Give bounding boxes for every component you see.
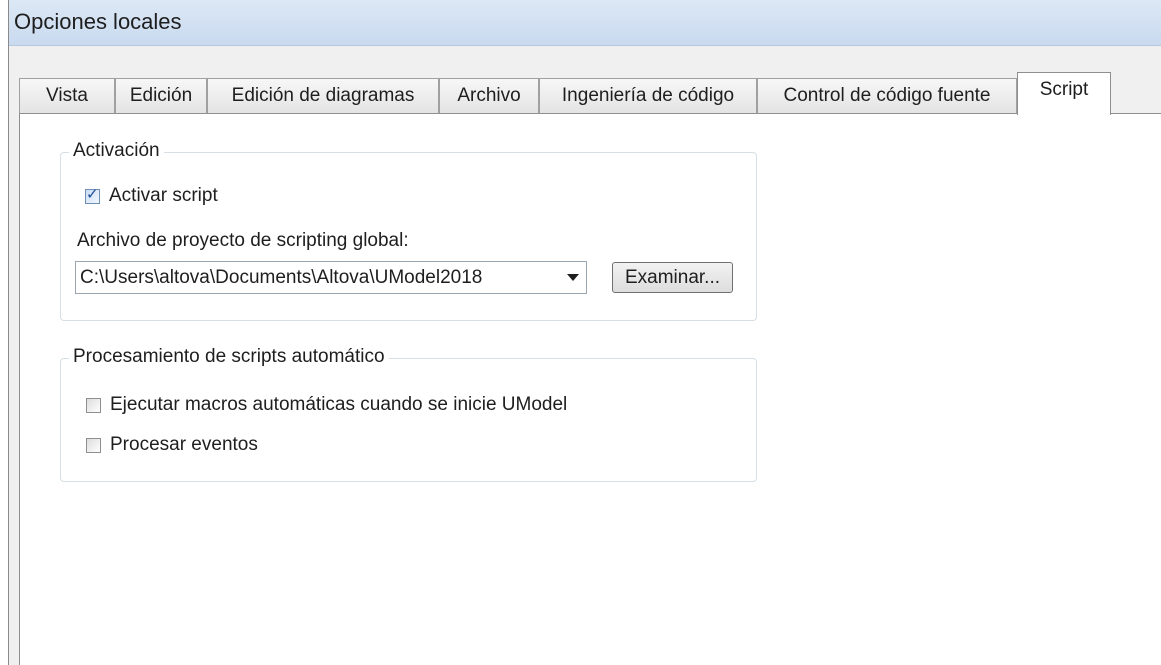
tab-ingenieria-codigo[interactable]: Ingeniería de código <box>539 78 757 114</box>
run-macros-label: Ejecutar macros automáticas cuando se in… <box>110 394 568 415</box>
enable-script-checkbox[interactable]: ✓ Activar script <box>85 185 218 207</box>
auto-processing-legend: Procesamiento de scripts automático <box>69 346 389 368</box>
script-tab-panel: Activación ✓ Activar script Archivo de p… <box>19 113 1161 665</box>
checkbox-checked[interactable]: ✓ <box>85 186 100 204</box>
options-window: Opciones locales Vista Edición Edición d… <box>8 0 1161 665</box>
project-file-value[interactable]: C:\Users\altova\Documents\Altova\UModel2… <box>76 267 560 289</box>
process-events-checkbox[interactable]: Procesar eventos <box>86 434 258 456</box>
process-events-label: Procesar eventos <box>110 434 258 455</box>
chevron-down-icon[interactable] <box>560 262 586 293</box>
title-bar: Opciones locales <box>9 0 1161 46</box>
checkbox-unchecked[interactable] <box>86 397 101 413</box>
run-macros-checkbox[interactable]: Ejecutar macros automáticas cuando se in… <box>86 394 567 416</box>
checkmark-icon: ✓ <box>86 185 99 203</box>
dialog-body: Vista Edición Edición de diagramas Archi… <box>9 46 1161 665</box>
enable-script-label: Activar script <box>109 185 218 206</box>
browse-button[interactable]: Examinar... <box>612 262 733 293</box>
project-file-combobox[interactable]: C:\Users\altova\Documents\Altova\UModel2… <box>75 261 587 294</box>
window-title: Opciones locales <box>14 9 182 34</box>
tab-edicion-diagramas[interactable]: Edición de diagramas <box>207 78 439 114</box>
tab-vista[interactable]: Vista <box>19 78 115 114</box>
tab-control-codigo-fuente[interactable]: Control de código fuente <box>757 78 1017 114</box>
tab-edicion[interactable]: Edición <box>115 78 207 114</box>
activation-group: Activación ✓ Activar script Archivo de p… <box>60 140 757 321</box>
auto-processing-group: Procesamiento de scripts automático Ejec… <box>60 346 757 482</box>
tab-archivo[interactable]: Archivo <box>439 78 539 114</box>
checkbox-unchecked[interactable] <box>86 437 101 453</box>
activation-legend: Activación <box>69 140 164 162</box>
project-file-label: Archivo de proyecto de scripting global: <box>77 230 409 251</box>
tab-script[interactable]: Script <box>1017 72 1111 115</box>
